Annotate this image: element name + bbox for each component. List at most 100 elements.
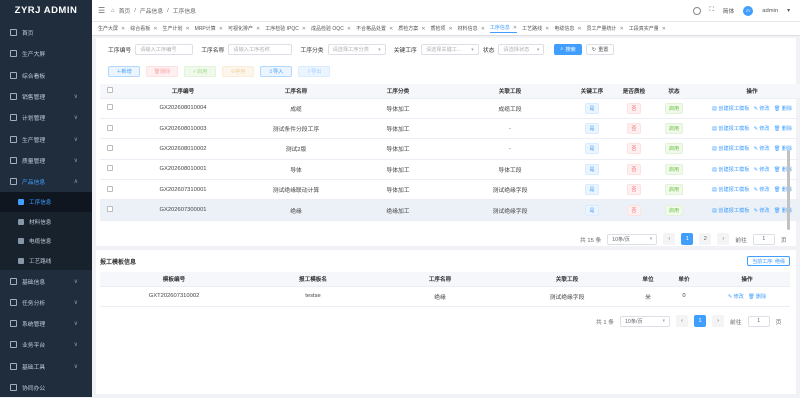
disable-button[interactable]: ⊘ 停用 (222, 66, 254, 77)
export-button[interactable]: ⇩ 导出 (298, 66, 330, 77)
tab-item[interactable]: 电缆信息 ✕ (554, 25, 581, 33)
create-template-link[interactable]: ▤ 创建报工模板 (712, 187, 749, 193)
delete-link[interactable]: 🗑 删除 (748, 294, 766, 300)
search-icon[interactable] (692, 6, 701, 15)
sidebar-item[interactable]: 综合看板 (0, 65, 92, 86)
tab-item[interactable]: 成品检验 OQC ✕ (311, 25, 351, 33)
tab-item[interactable]: 可视化排产 ✕ (228, 25, 260, 33)
row-checkbox[interactable] (107, 206, 113, 213)
tab-item[interactable]: 工序信息 ✕ (489, 24, 518, 33)
goto-page-input[interactable]: 1 (752, 233, 775, 245)
hamburger-icon[interactable]: ☰ (98, 6, 105, 15)
sidebar-subitem[interactable]: 工艺路线 (0, 251, 92, 271)
close-icon[interactable]: ✕ (577, 26, 581, 32)
close-icon[interactable]: ✕ (448, 26, 452, 32)
current-process-button[interactable]: 当前工序: 绝缘 (747, 256, 790, 266)
page-1-button[interactable]: 1 (694, 315, 707, 327)
sidebar-item[interactable]: 产品信息 ∧ (0, 171, 92, 192)
next-page-button[interactable]: › (712, 315, 725, 327)
sidebar-item[interactable]: 首页 (0, 22, 92, 43)
row-checkbox[interactable] (107, 185, 113, 192)
chevron-down-icon[interactable]: ▾ (787, 8, 790, 14)
enable-button[interactable]: ✓ 启用 (184, 66, 216, 77)
select-all-checkbox[interactable] (107, 86, 113, 93)
edit-link[interactable]: ✎ 修改 (753, 208, 769, 214)
sidebar-item[interactable]: 业务平台 ∨ (0, 334, 92, 355)
delete-link[interactable]: 🗑 删除 (774, 126, 792, 132)
create-template-link[interactable]: ▤ 创建报工模板 (712, 126, 749, 132)
sidebar-subitem[interactable]: 材料信息 (0, 212, 92, 232)
close-icon[interactable]: ✕ (347, 26, 351, 32)
edit-link[interactable]: ✎ 修改 (753, 106, 769, 112)
import-button[interactable]: ⇪ 导入 (260, 66, 292, 77)
edit-link[interactable]: ✎ 修改 (753, 167, 769, 173)
page-1-button[interactable]: 1 (681, 233, 694, 245)
key-process-select[interactable]: 请选择关键工... ▾ (420, 44, 479, 55)
sidebar-item[interactable]: 系统管理 ∨ (0, 313, 92, 334)
reset-button[interactable]: ↻ 重置 (585, 44, 615, 55)
tab-item[interactable]: 质检方案 ✕ (398, 25, 425, 33)
prev-page-button[interactable]: ‹ (663, 233, 676, 245)
process-code-input[interactable]: 请输入工序编号 (135, 44, 194, 55)
tab-item[interactable]: 材料信息 ✕ (458, 25, 485, 33)
sidebar-subitem[interactable]: 工序信息 (0, 192, 92, 212)
sidebar-item[interactable]: 协同办公 (0, 377, 92, 398)
next-page-button[interactable]: › (717, 233, 730, 245)
page-2-button[interactable]: 2 (699, 233, 712, 245)
lang-switch[interactable]: 简体 (723, 6, 735, 15)
close-icon[interactable]: ✕ (545, 26, 549, 32)
search-button[interactable]: ⌕ 搜索 (554, 44, 582, 55)
close-icon[interactable]: ✕ (620, 26, 624, 32)
delete-link[interactable]: 🗑 删除 (774, 106, 792, 112)
close-icon[interactable]: ✕ (662, 26, 666, 32)
prev-page-button[interactable]: ‹ (676, 315, 689, 327)
close-icon[interactable]: ✕ (256, 26, 260, 32)
user-name[interactable]: admin (762, 8, 778, 14)
create-template-link[interactable]: ▤ 创建报工模板 (712, 146, 749, 152)
edit-link[interactable]: ✎ 修改 (753, 126, 769, 132)
tab-item[interactable]: 生产大屏 ✕ (98, 25, 125, 33)
row-checkbox[interactable] (107, 104, 113, 111)
page-size-select[interactable]: 10条/页 ▾ (607, 233, 658, 245)
edit-link[interactable]: ✎ 修改 (753, 187, 769, 193)
tab-item[interactable]: 综合看板 ✕ (130, 25, 157, 33)
fullscreen-icon[interactable]: ⛶ (710, 7, 714, 14)
breadcrumb-home[interactable]: 首页 (119, 6, 131, 15)
row-checkbox[interactable] (107, 124, 113, 131)
sidebar-item[interactable]: 质量管理 ∨ (0, 150, 92, 171)
create-template-link[interactable]: ▤ 创建报工模板 (712, 167, 749, 173)
row-checkbox[interactable] (107, 165, 113, 172)
close-icon[interactable]: ✕ (185, 26, 189, 32)
add-button[interactable]: ＋新增 (108, 66, 140, 77)
tab-item[interactable]: 不合格品处置 ✕ (356, 25, 393, 33)
avatar[interactable]: ZY (743, 5, 754, 16)
close-icon[interactable]: ✕ (153, 26, 157, 32)
sidebar-item[interactable]: 基础信息 ∨ (0, 270, 92, 291)
edit-link[interactable]: ✎ 修改 (728, 294, 744, 300)
tab-item[interactable]: 工艺路线 ✕ (522, 25, 549, 33)
tab-item[interactable]: MRP计算 ✕ (195, 25, 223, 33)
sidebar-item[interactable]: 基础工具 ∨ (0, 356, 92, 377)
breadcrumb-product[interactable]: 产品信息 (140, 6, 163, 15)
tab-item[interactable]: 员工产量统计 ✕ (587, 25, 624, 33)
tab-item[interactable]: 质检项 ✕ (430, 25, 452, 33)
create-template-link[interactable]: ▤ 创建报工模板 (712, 106, 749, 112)
close-icon[interactable]: ✕ (302, 26, 306, 32)
sidebar-item[interactable]: 生产管理 ∨ (0, 128, 92, 149)
tab-item[interactable]: 生产计划 ✕ (162, 25, 189, 33)
process-category-select[interactable]: 请选择工序分类 ▾ (327, 44, 386, 55)
page-size-select[interactable]: 10条/页 ▾ (620, 315, 671, 327)
close-icon[interactable]: ✕ (121, 26, 125, 32)
edit-link[interactable]: ✎ 修改 (753, 146, 769, 152)
close-icon[interactable]: ✕ (481, 26, 485, 32)
status-select[interactable]: 请选择状态 ▾ (498, 44, 545, 55)
delete-button[interactable]: 🗑 删除 (146, 66, 178, 77)
sidebar-item[interactable]: 任务分析 ∨ (0, 292, 92, 313)
sidebar-item[interactable]: 销售管理 ∨ (0, 86, 92, 107)
tab-item[interactable]: 工序检验 IPQC ✕ (265, 25, 306, 33)
create-template-link[interactable]: ▤ 创建报工模板 (712, 208, 749, 214)
close-icon[interactable]: ✕ (389, 26, 393, 32)
close-icon[interactable]: ✕ (219, 26, 223, 32)
tab-item[interactable]: 工段真实产量 ✕ (629, 25, 666, 33)
sidebar-item[interactable]: 生产大屏 (0, 43, 92, 64)
